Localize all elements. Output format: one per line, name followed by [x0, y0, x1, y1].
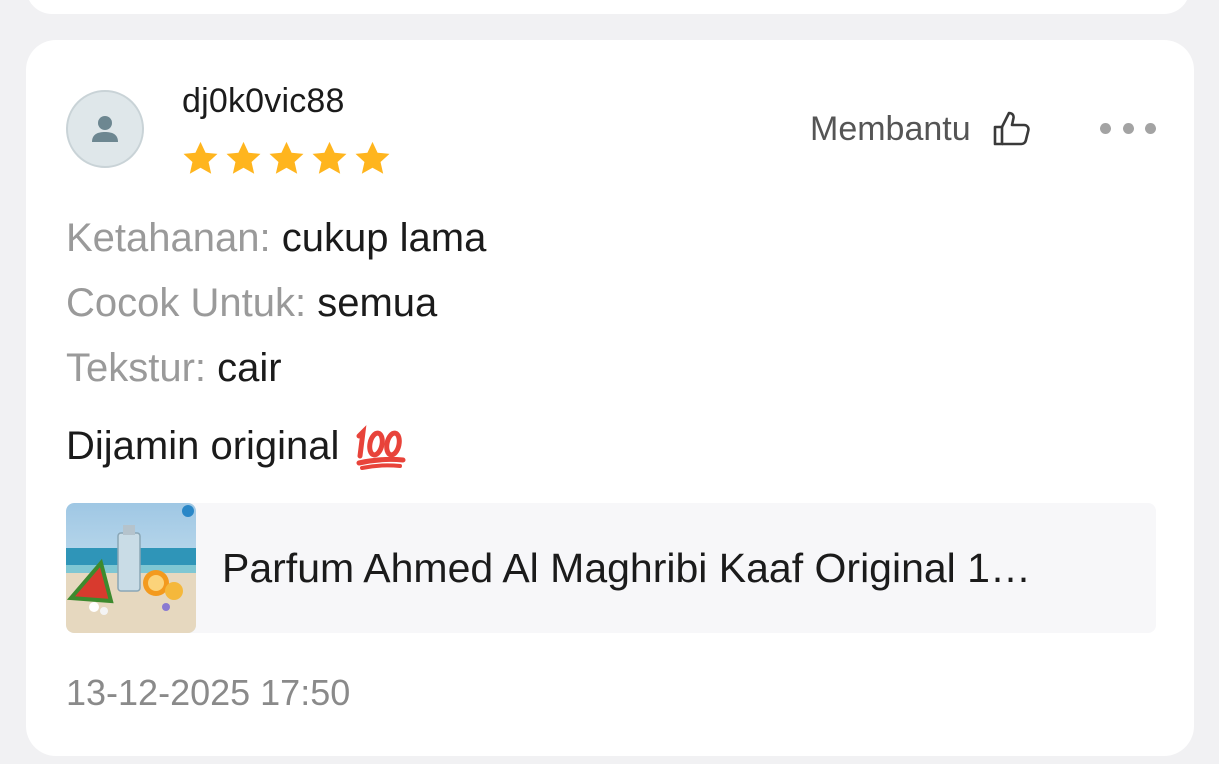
attribute-key: Tekstur:: [66, 346, 207, 390]
helpful-button[interactable]: Membantu: [810, 108, 1033, 150]
attribute-value: cair: [217, 346, 282, 390]
thumbs-up-icon: [993, 111, 1030, 146]
avatar[interactable]: [66, 90, 144, 168]
star-rating: [179, 138, 394, 180]
star-icon: [355, 141, 390, 174]
product-thumbnail: [66, 503, 196, 633]
review-text: Dijamin original: [66, 423, 340, 468]
attribute-key: Cocok Untuk:: [66, 281, 307, 325]
star-icon: [183, 141, 218, 174]
helpful-label: Membantu: [810, 109, 971, 148]
review-timestamp: 13-12-2025 17:50: [66, 672, 351, 713]
attribute-suitable-for: Cocok Untuk: semua: [66, 281, 437, 326]
product-image: [66, 503, 196, 633]
product-link[interactable]: Parfum Ahmed Al Maghribi Kaaf Original 1…: [66, 503, 1156, 633]
attribute-texture: Tekstur: cair: [66, 346, 282, 391]
more-dots-icon: [1100, 122, 1111, 134]
more-dots-icon: [1122, 122, 1134, 134]
reviewer-username[interactable]: dj0k0vic88: [182, 82, 345, 121]
product-name: Parfum Ahmed Al Maghribi Kaaf Original 1…: [222, 544, 1031, 591]
star-icon: [269, 141, 304, 174]
attribute-durability: Ketahanan: cukup lama: [66, 216, 486, 261]
previous-review-card: [26, 0, 1190, 14]
star-icon: [226, 141, 261, 174]
more-options-button[interactable]: [1100, 116, 1156, 140]
person-icon: [92, 116, 118, 142]
attribute-key: Ketahanan:: [66, 216, 271, 260]
star-icon: [312, 141, 347, 174]
review-card: dj0k0vic88 Membantu Ketahanan: cukup lam…: [26, 40, 1194, 756]
hundred-points-icon: [356, 425, 406, 470]
more-dots-icon: [1145, 122, 1156, 134]
attribute-value: cukup lama: [281, 216, 487, 260]
review-body: Dijamin original: [66, 422, 409, 470]
attribute-value: semua: [317, 281, 438, 325]
